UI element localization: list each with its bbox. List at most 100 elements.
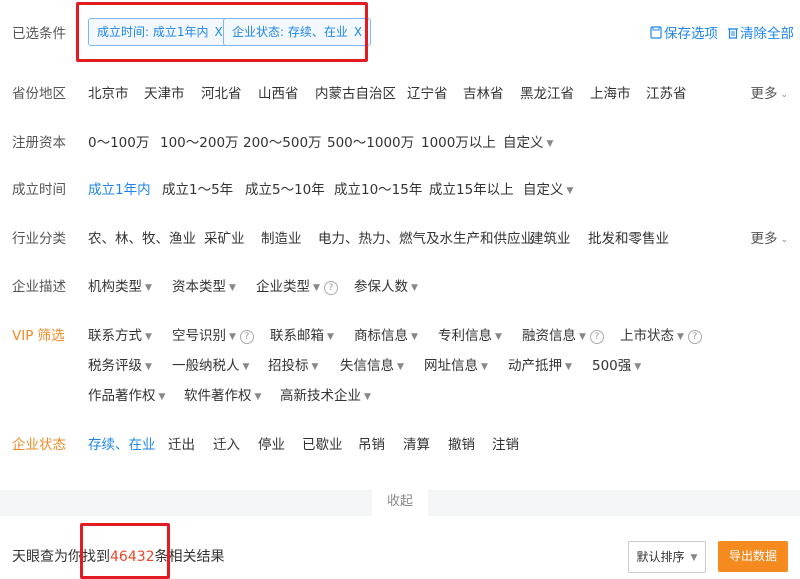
founded-option[interactable]: 成立5～10年 [245, 178, 325, 198]
capital-custom-dropdown[interactable]: 自定义 ▼ [503, 131, 553, 151]
vip-dropdown[interactable]: 空号识别 ▼? [172, 324, 254, 344]
vip-dropdown[interactable]: 税务评级 ▼ [88, 354, 152, 374]
founded-custom-dropdown[interactable]: 自定义 ▼ [523, 178, 573, 198]
caret-down-icon: ▼ [411, 332, 418, 342]
save-options-button[interactable]: 保存选项 [650, 22, 718, 42]
province-more-button[interactable]: 更多 ⌄ [750, 82, 788, 102]
province-option[interactable]: 内蒙古自治区 [315, 82, 396, 102]
help-icon[interactable]: ? [239, 330, 254, 344]
company-type-dropdown[interactable]: 企业类型 ▼? [256, 275, 338, 295]
capital-option[interactable]: 500～1000万 [327, 131, 414, 151]
vip-dropdown[interactable]: 作品著作权 ▼ [88, 384, 165, 404]
caret-down-icon: ▼ [313, 283, 320, 293]
caret-down-icon: ▼ [690, 553, 698, 563]
sort-dropdown[interactable]: 默认排序 ▼ [628, 541, 706, 573]
export-data-button[interactable]: 导出数据 [718, 541, 788, 572]
capital-option[interactable]: 1000万以上 [421, 131, 496, 151]
industry-option[interactable]: 批发和零售业 [588, 227, 669, 247]
custom-label: 自定义 [503, 135, 544, 151]
caret-down-icon: ▼ [634, 362, 642, 372]
vip-dropdown[interactable]: 联系邮箱 ▼ [270, 324, 334, 344]
province-option[interactable]: 江苏省 [646, 82, 687, 102]
status-option[interactable]: 吊销 [358, 433, 385, 453]
status-option[interactable]: 已歇业 [302, 433, 343, 453]
vip-dropdown[interactable]: 高新技术企业 ▼ [280, 384, 371, 404]
help-icon[interactable]: ? [589, 330, 604, 344]
chevron-down-icon: ⌄ [780, 90, 788, 100]
province-option[interactable]: 北京市 [88, 82, 129, 102]
industry-more-button[interactable]: 更多 ⌄ [750, 227, 788, 247]
dropdown-label: 失信信息 [340, 358, 394, 374]
province-option[interactable]: 天津市 [144, 82, 185, 102]
vip-dropdown[interactable]: 专利信息 ▼ [438, 324, 502, 344]
province-option[interactable]: 上海市 [590, 82, 631, 102]
status-option[interactable]: 停业 [258, 433, 285, 453]
dropdown-label: 空号识别 [172, 328, 226, 344]
founded-option-selected[interactable]: 成立1年内 [88, 178, 151, 198]
capital-option[interactable]: 100～200万 [160, 131, 239, 151]
province-option[interactable]: 辽宁省 [407, 82, 448, 102]
capital-type-dropdown[interactable]: 资本类型 ▼ [172, 275, 236, 295]
help-icon[interactable]: ? [687, 330, 702, 344]
founded-option[interactable]: 成立10～15年 [334, 178, 422, 198]
industry-option[interactable]: 建筑业 [530, 227, 571, 247]
status-option[interactable]: 撤销 [448, 433, 475, 453]
province-option[interactable]: 黑龙江省 [520, 82, 574, 102]
caret-down-icon: ▼ [229, 283, 236, 293]
capital-label: 注册资本 [12, 135, 66, 151]
vip-dropdown[interactable]: 软件著作权 ▼ [184, 384, 261, 404]
chevron-down-icon: ⌄ [780, 235, 788, 245]
province-option[interactable]: 河北省 [201, 82, 242, 102]
founded-option[interactable]: 成立15年以上 [429, 178, 514, 198]
caret-down-icon: ▼ [254, 392, 262, 402]
vip-dropdown[interactable]: 一般纳税人 ▼ [172, 354, 249, 374]
dropdown-label: 商标信息 [354, 328, 408, 344]
industry-option[interactable]: 农、林、牧、渔业 [88, 227, 196, 247]
dropdown-label: 上市状态 [620, 328, 674, 344]
highlight-box-count [80, 523, 170, 579]
caret-down-icon: ▼ [145, 332, 152, 342]
status-option[interactable]: 清算 [403, 433, 430, 453]
capital-option[interactable]: 200～500万 [243, 131, 322, 151]
vip-dropdown[interactable]: 融资信息 ▼? [522, 324, 604, 344]
company-status-label: 企业状态 [12, 437, 66, 453]
dropdown-label: 联系邮箱 [270, 328, 324, 344]
province-option[interactable]: 吉林省 [463, 82, 504, 102]
caret-down-icon: ▼ [397, 362, 404, 372]
status-option[interactable]: 迁入 [213, 433, 240, 453]
capital-option[interactable]: 0～100万 [88, 131, 149, 151]
vip-dropdown[interactable]: 500强 ▼ [592, 354, 641, 374]
industry-option[interactable]: 制造业 [261, 227, 302, 247]
clear-all-button[interactable]: 清除全部 [727, 22, 794, 42]
status-option[interactable]: 注销 [492, 433, 519, 453]
dropdown-label: 机构类型 [88, 279, 142, 295]
caret-down-icon: ▼ [327, 332, 334, 342]
founded-option[interactable]: 成立1～5年 [162, 178, 233, 198]
sort-label: 默认排序 [636, 550, 685, 564]
vip-dropdown[interactable]: 上市状态 ▼? [620, 324, 702, 344]
dropdown-label: 联系方式 [88, 328, 142, 344]
vip-dropdown[interactable]: 商标信息 ▼ [354, 324, 418, 344]
status-option[interactable]: 迁出 [168, 433, 195, 453]
status-option-selected[interactable]: 存续、在业 [88, 433, 156, 453]
province-option[interactable]: 山西省 [258, 82, 299, 102]
caret-down-icon: ▼ [242, 362, 250, 372]
industry-option[interactable]: 采矿业 [204, 227, 245, 247]
description-label: 企业描述 [12, 279, 66, 295]
dropdown-label: 作品著作权 [88, 388, 156, 404]
vip-dropdown[interactable]: 失信信息 ▼ [340, 354, 404, 374]
vip-filter-label: VIP 筛选 [12, 328, 65, 344]
help-icon[interactable]: ? [323, 281, 338, 295]
caret-down-icon: ▼ [158, 392, 166, 402]
vip-dropdown[interactable]: 招投标 ▼ [268, 354, 318, 374]
vip-dropdown[interactable]: 动产抵押 ▼ [508, 354, 572, 374]
collapse-button[interactable]: 收起 [372, 490, 428, 516]
save-icon [650, 26, 662, 39]
insured-count-dropdown[interactable]: 参保人数 ▼ [354, 275, 418, 295]
vip-dropdown[interactable]: 网址信息 ▼ [424, 354, 488, 374]
industry-option[interactable]: 电力、热力、燃气及水生产和供应业 [318, 227, 534, 247]
vip-dropdown[interactable]: 联系方式 ▼ [88, 324, 152, 344]
org-type-dropdown[interactable]: 机构类型 ▼ [88, 275, 152, 295]
dropdown-label: 高新技术企业 [280, 388, 361, 404]
save-options-label: 保存选项 [664, 26, 718, 42]
